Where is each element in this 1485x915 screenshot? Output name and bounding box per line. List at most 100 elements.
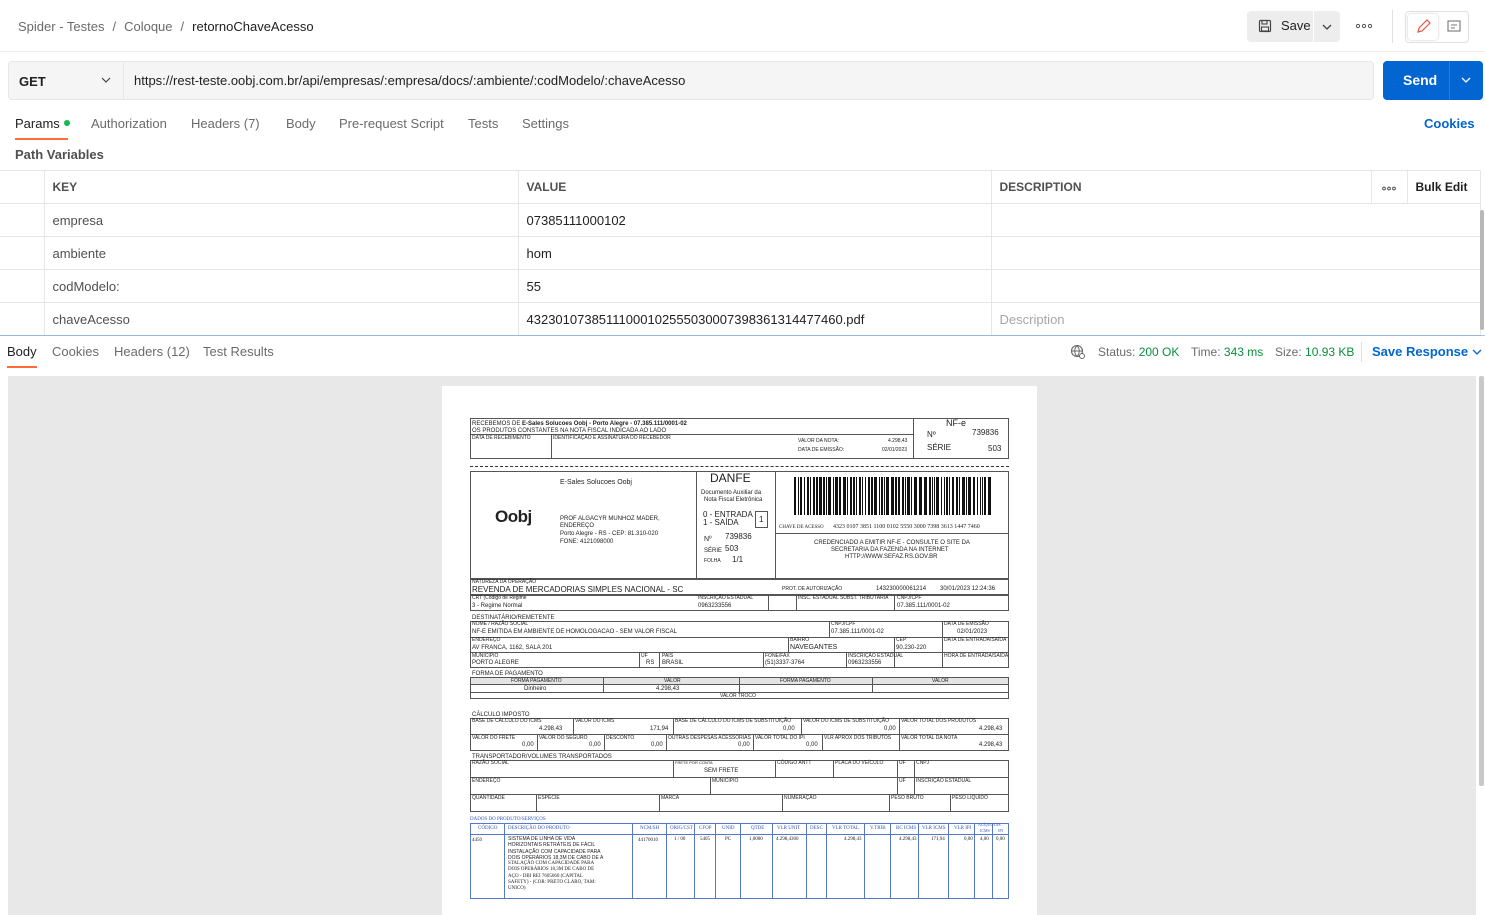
serie-label: SÉRIE: [704, 548, 723, 554]
prod-qtde: 1,0000: [749, 837, 763, 842]
description-cell[interactable]: [990, 203, 1481, 237]
tab-authorization[interactable]: Authorization: [91, 116, 167, 131]
recebemos-label: RECEBEMOS DE: [472, 421, 521, 427]
column-divider: [826, 823, 827, 899]
tab-body[interactable]: Body: [286, 116, 316, 131]
time-label: Time:: [1191, 345, 1221, 359]
key-cell[interactable]: empresa: [43, 203, 519, 237]
dest-emissao-label: DATA DE EMISSÃO: [944, 621, 989, 627]
tab-response-body[interactable]: Body: [7, 344, 37, 359]
value-cell[interactable]: 55: [517, 269, 992, 303]
ie-label: INSCRIÇÃO ESTADUAL: [916, 778, 972, 784]
tab-test-results[interactable]: Test Results: [203, 344, 274, 359]
endereco-line3: Porto Alegre - RS - CEP: 81.310-020: [560, 531, 659, 537]
tab-tests[interactable]: Tests: [468, 116, 498, 131]
pag-header: VALOR: [932, 678, 949, 684]
description-header: DESCRIPTION: [990, 170, 1372, 204]
key-cell[interactable]: codModelo:: [43, 269, 519, 303]
danfe-title: DANFE: [710, 471, 751, 485]
tab-response-headers[interactable]: Headers (12): [114, 344, 190, 359]
prod-cfop: 5405: [700, 837, 710, 842]
time-indicator[interactable]: Time: 343 ms: [1191, 345, 1263, 359]
ie-st-label: INSC. ESTADUAL SUBST. TRIBUTÁRIA: [798, 595, 889, 601]
frete-conta-label: FRETE POR CONTA: [675, 760, 713, 765]
bulk-edit-button[interactable]: Bulk Edit: [1406, 170, 1481, 204]
send-button[interactable]: Send: [1383, 61, 1483, 100]
divider: [801, 718, 802, 734]
ie-label: INSCRIÇÃO ESTADUAL: [848, 653, 904, 659]
prod-vunit: 4.298,4300: [776, 837, 799, 842]
table-cell: [0, 236, 45, 270]
key-cell[interactable]: chaveAcesso: [43, 302, 519, 336]
divider: [573, 718, 574, 734]
status-indicator[interactable]: Status: 200 OK: [1098, 345, 1179, 359]
more-options-cell[interactable]: [1370, 170, 1408, 204]
prod-descricao: SISTEMA DE LINHA DE VIDA HORIZONTAIS RET…: [508, 836, 603, 892]
prod-header: VLR IPI: [954, 826, 972, 831]
endereco-label: ENDEREÇO: [472, 778, 501, 784]
prod-desc-line: HORIZONTAIS RETRÁTEIS DE FÁCIL: [508, 842, 596, 849]
key-header: KEY: [43, 170, 519, 204]
breadcrumb-collection[interactable]: Spider - Testes: [18, 19, 104, 34]
municipio: PORTO ALEGRE: [472, 660, 519, 666]
endereco: AV FRANCA, 1162, SALA 201: [472, 645, 553, 651]
divider: [897, 760, 898, 795]
save-button[interactable]: Save: [1247, 11, 1313, 42]
fone-label: FONE/FAX: [765, 653, 790, 659]
emitente-short: E-Sales Solucoes Oobj - Porto Alegre - 0…: [522, 421, 687, 427]
bairro: NAVEGANTES: [790, 644, 838, 651]
divider: [659, 795, 660, 812]
divider: [763, 653, 764, 668]
emitente-name: E-Sales Solucoes Oobj: [560, 479, 632, 486]
divider: [822, 734, 823, 751]
value-cell[interactable]: 4323010738511100010255503000739836131447…: [517, 302, 992, 336]
table-row: ambiente hom: [0, 236, 1481, 270]
tipo-box: 1: [755, 511, 768, 528]
globe-icon[interactable]: [1070, 344, 1086, 360]
more-options-icon: [1382, 186, 1396, 191]
endereco-line1: PROF ALGACYR MUNHOZ MADER,: [560, 516, 660, 522]
scrollbar[interactable]: [1479, 376, 1484, 786]
prod-ncm: 44170010: [638, 838, 658, 843]
credenciado-line1: CREDENCIADO A EMITIR NF-E - CONSULTE O S…: [814, 540, 970, 546]
breadcrumb-folder[interactable]: Coloque: [124, 19, 172, 34]
comment-icon[interactable]: [1446, 19, 1462, 35]
oobj-logo: Oobj: [495, 507, 532, 526]
save-options-button[interactable]: [1314, 11, 1340, 42]
cookies-link[interactable]: Cookies: [1424, 116, 1475, 131]
tab-settings[interactable]: Settings: [522, 116, 569, 131]
tab-params[interactable]: Params: [15, 116, 70, 131]
method-select[interactable]: GET: [9, 62, 124, 99]
tab-pre-request-script[interactable]: Pre-request Script: [339, 116, 444, 131]
size-indicator[interactable]: Size: 10.93 KB: [1275, 345, 1354, 359]
description-cell[interactable]: [990, 269, 1481, 303]
tab-response-cookies[interactable]: Cookies: [52, 344, 99, 359]
value-cell[interactable]: 07385111000102: [517, 203, 992, 237]
frete-label: VALOR DO FRETE: [472, 735, 516, 741]
edit-mode-button[interactable]: [1408, 14, 1438, 40]
tab-headers[interactable]: Headers (7): [191, 116, 260, 131]
column-divider: [806, 823, 807, 899]
column-divider: [666, 823, 667, 899]
divider: [899, 718, 900, 751]
breadcrumb-request[interactable]: retornoChaveAcesso: [192, 19, 313, 34]
municipio-label: MUNICÍPIO: [472, 653, 499, 659]
save-response-button[interactable]: Save Response: [1372, 344, 1482, 359]
description-cell[interactable]: Description: [990, 302, 1481, 336]
numeracao-label: NUMERAÇÃO: [784, 795, 817, 801]
url-input[interactable]: https://rest-teste.oobj.com.br/api/empre…: [134, 73, 685, 88]
more-options-icon[interactable]: [1356, 23, 1372, 29]
seguro: 0,00: [589, 742, 601, 748]
divider: [1392, 10, 1393, 43]
key-cell[interactable]: ambiente: [43, 236, 519, 270]
scrollbar[interactable]: [1480, 210, 1484, 330]
value-cell[interactable]: hom: [517, 236, 992, 270]
crt: 3 - Regime Normal: [472, 603, 523, 609]
v-st-label: VALOR DO ICMS DE SUBSTITUIÇÃO: [803, 718, 890, 724]
path-variables-table: KEY VALUE DESCRIPTION Bulk Edit empresa …: [0, 170, 1481, 336]
prod-desc-line: UNICO): [508, 886, 526, 891]
save-label: Save: [1281, 18, 1311, 33]
chevron-down-icon[interactable]: [1461, 76, 1471, 84]
pane-divider[interactable]: [0, 335, 1485, 336]
description-cell[interactable]: [990, 236, 1481, 270]
